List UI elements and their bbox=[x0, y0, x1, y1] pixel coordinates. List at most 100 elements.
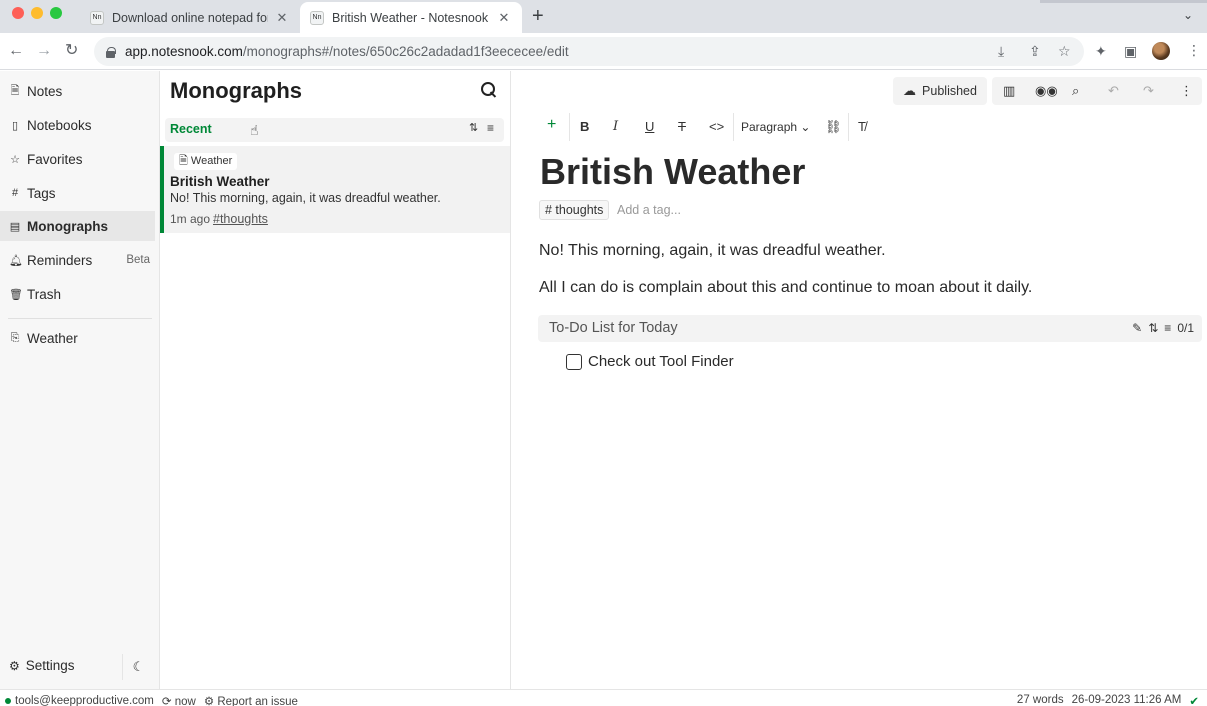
tag-chip[interactable]: # thoughts bbox=[539, 200, 610, 220]
group-label: Recent bbox=[170, 122, 212, 136]
editor-paragraph[interactable]: All I can do is complain about this and … bbox=[539, 279, 1032, 297]
back-icon[interactable]: ← bbox=[8, 41, 24, 61]
sidebar-item-monographs[interactable]: ▤ Monographs bbox=[0, 211, 155, 241]
paragraph-label: Paragraph bbox=[741, 120, 798, 134]
sync-status[interactable]: ⟳ now bbox=[162, 694, 196, 706]
focus-mode-icon[interactable]: ◉◉ bbox=[1035, 83, 1058, 99]
redo-icon[interactable]: ↷ bbox=[1143, 83, 1154, 99]
bold-icon[interactable]: B bbox=[580, 119, 589, 134]
new-tab-icon[interactable]: + bbox=[532, 5, 544, 27]
last-edited: 26-09-2023 11:26 AM bbox=[1071, 694, 1182, 706]
gear-icon: ⚙ bbox=[9, 658, 20, 673]
download-icon[interactable]: ⤓ bbox=[998, 43, 1004, 60]
todo-item-text[interactable]: Check out Tool Finder bbox=[588, 353, 734, 370]
note-preview: No! This morning, again, it was dreadful… bbox=[170, 191, 441, 205]
italic-icon[interactable]: I bbox=[613, 119, 618, 134]
account-email: tools@keepproductive.com bbox=[15, 695, 154, 706]
sidebar-item-weather[interactable]: ⎘ Weather bbox=[0, 323, 155, 353]
close-tab-icon[interactable]: ✕ bbox=[496, 10, 512, 26]
sidebar-item-label: Favorites bbox=[27, 151, 83, 167]
sidebar-item-favorites[interactable]: ☆ Favorites bbox=[0, 144, 155, 174]
add-tag-input[interactable]: Add a tag... bbox=[617, 203, 681, 217]
notebook-chip[interactable]: 🗎 Weather bbox=[174, 153, 238, 170]
clear-formatting-icon[interactable]: T̸ bbox=[858, 119, 866, 134]
note-title-input[interactable]: British Weather bbox=[540, 151, 805, 193]
star-icon: ☆ bbox=[10, 153, 20, 166]
tabbar-strip bbox=[1040, 0, 1207, 3]
toolbar-divider bbox=[569, 113, 570, 141]
pencil-icon[interactable]: ✎ bbox=[1132, 321, 1142, 335]
todo-list-header: To-Do List for Today ✎ ⇅ ≡ 0/1 bbox=[538, 315, 1202, 342]
sidebar-item-tags[interactable]: # Tags bbox=[0, 178, 155, 208]
account-status[interactable]: tools@keepproductive.com bbox=[5, 695, 154, 706]
list-icon[interactable]: ≡ bbox=[1164, 321, 1171, 335]
forward-icon[interactable]: → bbox=[36, 41, 52, 61]
settings-button[interactable]: ⚙ Settings bbox=[9, 658, 75, 673]
sidepanel-icon[interactable]: ▣ bbox=[1124, 43, 1137, 60]
avatar[interactable] bbox=[1152, 42, 1170, 60]
share-icon[interactable]: ⇪ bbox=[1029, 43, 1041, 60]
list-view-icon[interactable]: ≡ bbox=[487, 121, 494, 135]
search-icon[interactable] bbox=[480, 81, 498, 99]
todo-list-title[interactable]: To-Do List for Today bbox=[549, 320, 678, 336]
sidebar-item-reminders[interactable]: 🔔︎ Reminders Beta bbox=[0, 245, 155, 275]
todo-item: Check out Tool Finder bbox=[566, 353, 734, 370]
navigation-sidebar: 🗎 Notes ▯ Notebooks ☆ Favorites # Tags ▤ Mono… bbox=[0, 71, 160, 689]
properties-panel-icon[interactable]: ▥ bbox=[1003, 83, 1015, 99]
insert-plus-icon[interactable]: + bbox=[547, 116, 556, 134]
theme-toggle-moon-icon[interactable]: ☾ bbox=[122, 654, 154, 680]
sidebar-item-notebooks[interactable]: ▯ Notebooks bbox=[0, 110, 155, 140]
browser-tab-notepad[interactable]: Nn Download online notepad for p ✕ bbox=[80, 2, 300, 33]
star-icon[interactable]: ☆ bbox=[1058, 43, 1071, 60]
sidebar-item-label: Notebooks bbox=[27, 117, 92, 133]
sync-label: now bbox=[174, 696, 196, 706]
kebab-icon[interactable]: ⋮ bbox=[1187, 42, 1201, 59]
report-issue-button[interactable]: ⚙ Report an issue bbox=[204, 694, 298, 706]
bell-icon: 🔔︎ bbox=[9, 254, 23, 267]
sort-icon[interactable]: ⇅ bbox=[1148, 321, 1158, 335]
online-dot-icon bbox=[5, 698, 11, 704]
sidebar-item-notes[interactable]: 🗎 Notes bbox=[0, 76, 155, 106]
gear-icon: ⚙ bbox=[203, 696, 215, 706]
reload-icon[interactable]: ↻ bbox=[65, 41, 78, 61]
sidebar-item-label: Trash bbox=[27, 286, 62, 302]
sort-icon[interactable]: ⇅ bbox=[469, 121, 478, 134]
status-left: tools@keepproductive.com ⟳ now ⚙ Report … bbox=[5, 694, 298, 706]
browser-toolbar: ← → ↻ app.notesnook.com/monographs#/note… bbox=[0, 33, 1207, 70]
code-icon[interactable]: <> bbox=[709, 119, 724, 134]
group-header: Recent ⇅ ≡ bbox=[165, 118, 504, 142]
link-icon[interactable]: ⛓ bbox=[825, 119, 842, 135]
tab-title: British Weather - Notesnook bbox=[332, 10, 489, 25]
chevron-down-icon[interactable]: ⌄ bbox=[1183, 8, 1193, 22]
undo-icon[interactable]: ↶ bbox=[1108, 83, 1119, 99]
underline-icon[interactable]: U bbox=[645, 119, 654, 134]
status-right: 27 words 26-09-2023 11:26 AM ✔ bbox=[1017, 694, 1199, 706]
sidebar-item-label: Tags bbox=[27, 185, 56, 201]
strikethrough-icon[interactable]: T bbox=[678, 119, 686, 134]
todo-checkbox[interactable] bbox=[566, 353, 582, 370]
minimize-window-button[interactable] bbox=[31, 7, 43, 19]
maximize-window-button[interactable] bbox=[50, 7, 62, 19]
address-bar[interactable]: app.notesnook.com/monographs#/notes/650c… bbox=[94, 37, 1084, 66]
paragraph-dropdown[interactable]: Paragraph ⌄ bbox=[741, 120, 810, 134]
lock-icon[interactable] bbox=[106, 46, 116, 58]
search-icon[interactable]: ⌕ bbox=[1072, 83, 1079, 99]
browser-tab-british-weather[interactable]: Nn British Weather - Notesnook ✕ bbox=[300, 2, 522, 33]
close-tab-icon[interactable]: ✕ bbox=[274, 10, 290, 26]
trash-icon: 🗑︎ bbox=[9, 288, 23, 301]
monograph-icon: ▤ bbox=[9, 220, 21, 233]
chevron-down-icon: ⌄ bbox=[800, 120, 811, 134]
sidebar-item-label: Weather bbox=[27, 330, 78, 346]
note-tag-link[interactable]: #thoughts bbox=[213, 212, 268, 226]
editor-paragraph[interactable]: No! This morning, again, it was dreadful… bbox=[539, 242, 886, 260]
sidebar-item-trash[interactable]: 🗑︎ Trash bbox=[0, 279, 155, 309]
cloud-icon: ☁ bbox=[903, 83, 917, 98]
browser-tabbar: Nn Download online notepad for p ✕ Nn Br… bbox=[0, 0, 1207, 33]
published-button[interactable]: ☁ Published bbox=[893, 77, 987, 105]
close-window-button[interactable] bbox=[12, 7, 24, 19]
more-options-icon[interactable]: ⋮ bbox=[1180, 83, 1193, 99]
extensions-icon[interactable]: ✦ bbox=[1095, 43, 1107, 60]
word-count: 27 words bbox=[1016, 694, 1064, 706]
list-item[interactable]: 🗎 Weather British Weather No! This morni… bbox=[160, 146, 510, 233]
url-host: app.notesnook.com bbox=[125, 44, 243, 59]
